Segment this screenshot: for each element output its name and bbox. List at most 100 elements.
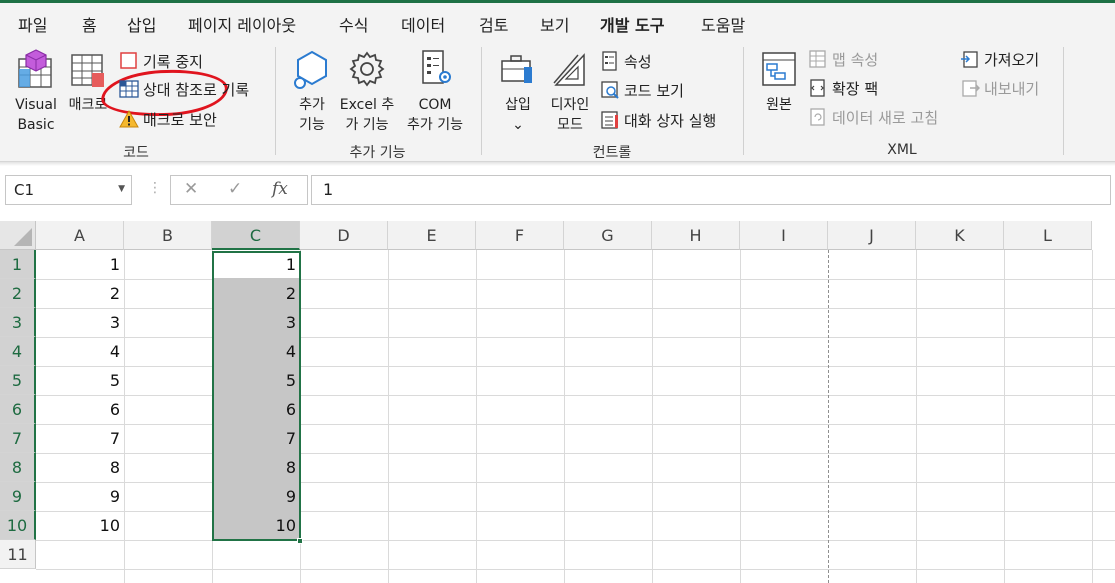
column-header-i[interactable]: I — [740, 221, 828, 250]
tab-developer[interactable]: 개발 도구 — [600, 12, 665, 44]
com-addins-label-2: 추가 기능 — [407, 117, 463, 133]
chevron-down-icon[interactable]: ▼ — [118, 184, 125, 194]
macro-security-label: 매크로 보안 — [143, 110, 217, 129]
name-box[interactable]: C1 ▼ — [5, 175, 132, 205]
column-header-d[interactable]: D — [300, 221, 388, 250]
group-separator — [481, 47, 482, 155]
tab-formulas[interactable]: 수식 — [339, 12, 368, 36]
column-header-h[interactable]: H — [652, 221, 740, 250]
map-properties-label: 맵 속성 — [832, 50, 879, 69]
row-gridline — [36, 337, 1115, 338]
column-gridline — [564, 250, 565, 583]
column-header-b[interactable]: B — [124, 221, 212, 250]
xml-import-button[interactable]: 가져오기 — [960, 47, 1039, 71]
map-properties-button[interactable]: 맵 속성 — [808, 47, 878, 71]
tab-data[interactable]: 데이터 — [401, 12, 445, 36]
column-header-a[interactable]: A — [36, 221, 124, 250]
row-header-4[interactable]: 4 — [0, 337, 36, 366]
column-header-f[interactable]: F — [476, 221, 564, 250]
cell-c4[interactable]: 4 — [212, 337, 300, 366]
row-header-3[interactable]: 3 — [0, 308, 36, 337]
tab-view[interactable]: 보기 — [540, 12, 569, 36]
cell-c10[interactable]: 10 — [212, 511, 300, 540]
addins-button[interactable]: 추가 기능 — [290, 49, 334, 135]
cell-a5[interactable]: 5 — [36, 366, 124, 395]
visual-basic-label-1: Visual — [15, 97, 57, 113]
row-header-5[interactable]: 5 — [0, 366, 36, 395]
cell-c3[interactable]: 3 — [212, 308, 300, 337]
row-header-11[interactable]: 11 — [0, 540, 36, 569]
run-dialog-button[interactable]: 대화 상자 실행 — [600, 108, 716, 132]
row-header-1[interactable]: 1 — [0, 250, 36, 279]
cell-c9[interactable]: 9 — [212, 482, 300, 511]
cell-c8[interactable]: 8 — [212, 453, 300, 482]
cancel-icon[interactable]: ✕ — [184, 179, 198, 199]
cell-c6[interactable]: 6 — [212, 395, 300, 424]
relative-reference-label: 상대 참조로 기록 — [143, 80, 250, 99]
worksheet-grid[interactable]: A B C D E F G H I J K L 1 2 3 4 5 6 7 8 9 10 11 1 2 3 4 5 6 7 8 9 10 1 2 3 4… — [0, 221, 1115, 583]
view-code-label: 코드 보기 — [624, 81, 684, 100]
tab-home[interactable]: 홈 — [82, 12, 97, 36]
relative-reference-button[interactable]: 상대 참조로 기록 — [119, 77, 249, 101]
cell-a10[interactable]: 10 — [36, 511, 124, 540]
enter-icon[interactable]: ✓ — [228, 179, 242, 199]
tab-review[interactable]: 검토 — [479, 12, 508, 36]
map-properties-icon — [809, 50, 826, 68]
tab-help[interactable]: 도움말 — [701, 12, 745, 36]
row-header-2[interactable]: 2 — [0, 279, 36, 308]
design-mode-button[interactable]: 디자인 모드 — [544, 49, 596, 135]
addins-label-2: 기능 — [299, 117, 325, 133]
cell-a4[interactable]: 4 — [36, 337, 124, 366]
cell-a1[interactable]: 1 — [36, 250, 124, 279]
view-code-button[interactable]: 코드 보기 — [600, 78, 684, 102]
formula-bar-resize-handle[interactable]: ⋮ — [148, 180, 162, 196]
group-separator — [275, 47, 276, 155]
cell-a2[interactable]: 2 — [36, 279, 124, 308]
expansion-packs-label: 확장 팩 — [832, 79, 879, 98]
row-gridline — [36, 308, 1115, 309]
row-header-8[interactable]: 8 — [0, 453, 36, 482]
select-all-button[interactable] — [0, 221, 36, 250]
insert-function-icon[interactable]: fx — [272, 179, 288, 199]
cell-a8[interactable]: 8 — [36, 453, 124, 482]
column-header-j[interactable]: J — [828, 221, 916, 250]
insert-control-button[interactable]: 삽입 ⌄ — [495, 49, 541, 135]
row-header-7[interactable]: 7 — [0, 424, 36, 453]
cell-c7[interactable]: 7 — [212, 424, 300, 453]
cell-a3[interactable]: 3 — [36, 308, 124, 337]
visual-basic-button[interactable]: Visual Basic — [8, 49, 64, 135]
refresh-data-button[interactable]: 데이터 새로 고침 — [808, 105, 938, 129]
xml-export-button[interactable]: 내보내기 — [960, 76, 1039, 100]
column-header-k[interactable]: K — [916, 221, 1004, 250]
expansion-packs-button[interactable]: 확장 팩 — [808, 76, 878, 100]
excel-addins-label-1: Excel 추 — [339, 97, 395, 113]
column-header-g[interactable]: G — [564, 221, 652, 250]
name-box-value: C1 — [14, 181, 35, 199]
column-header-c[interactable]: C — [212, 221, 300, 250]
macro-security-button[interactable]: 매크로 보안 — [119, 107, 217, 131]
cell-c5[interactable]: 5 — [212, 366, 300, 395]
excel-addins-button[interactable]: Excel 추 가 기능 — [336, 49, 398, 135]
cell-c1[interactable]: 1 — [212, 250, 300, 279]
cell-a7[interactable]: 7 — [36, 424, 124, 453]
row-gridline — [36, 279, 1115, 280]
run-dialog-icon — [601, 111, 618, 129]
row-header-6[interactable]: 6 — [0, 395, 36, 424]
cell-a6[interactable]: 6 — [36, 395, 124, 424]
column-header-e[interactable]: E — [388, 221, 476, 250]
row-header-10[interactable]: 10 — [0, 511, 36, 540]
cell-c2[interactable]: 2 — [212, 279, 300, 308]
tab-insert[interactable]: 삽입 — [127, 12, 156, 36]
group-label-xml: XML — [887, 142, 917, 158]
properties-button[interactable]: 속성 — [600, 49, 652, 73]
tab-file[interactable]: 파일 — [18, 12, 47, 36]
formula-input[interactable]: 1 — [311, 175, 1111, 205]
com-addins-button[interactable]: COM 추가 기능 — [400, 49, 470, 135]
xml-source-button[interactable]: 원본 — [756, 49, 802, 115]
cell-a9[interactable]: 9 — [36, 482, 124, 511]
row-header-9[interactable]: 9 — [0, 482, 36, 511]
tab-page-layout[interactable]: 페이지 레이아웃 — [188, 12, 296, 36]
formula-bar: C1 ▼ ⋮ ✕ ✓ fx 1 — [0, 166, 1115, 214]
column-header-l[interactable]: L — [1004, 221, 1092, 250]
relative-reference-icon — [119, 80, 139, 98]
